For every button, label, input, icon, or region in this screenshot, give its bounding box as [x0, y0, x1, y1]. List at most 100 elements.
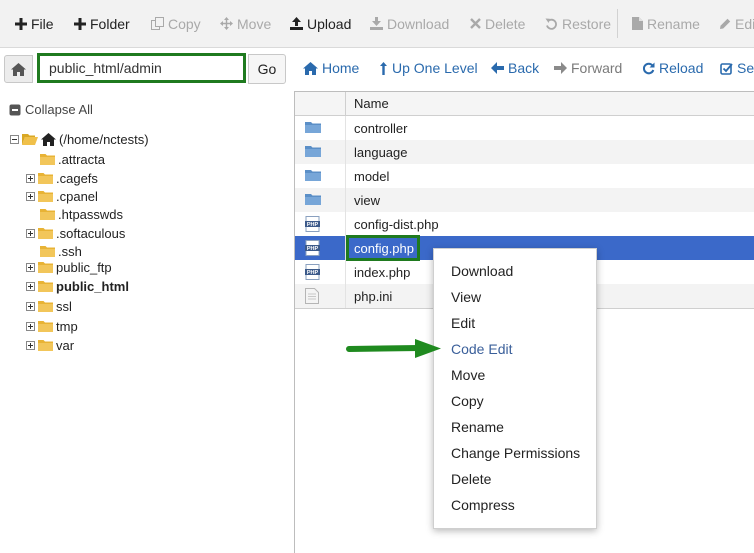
go-button[interactable]: Go	[248, 54, 286, 84]
copy-icon	[151, 17, 164, 30]
home-directory-button[interactable]	[4, 55, 33, 83]
home-icon	[41, 132, 56, 146]
home-label: Home	[322, 60, 360, 76]
file-list-header: Name	[295, 92, 754, 116]
menu-item-change-permissions[interactable]: Change Permissions	[451, 445, 580, 461]
reload-button[interactable]: Reload	[642, 54, 703, 82]
tree-item-tmp[interactable]: tmp	[26, 317, 78, 335]
file-row-view[interactable]: view	[295, 188, 754, 212]
expand-toggle[interactable]	[26, 228, 35, 238]
file-name: view	[354, 193, 381, 208]
folder-icon	[305, 120, 321, 136]
folder-icon	[38, 300, 53, 312]
path-input[interactable]	[37, 53, 246, 83]
forward-label: Forward	[571, 60, 623, 76]
tree-item-label: ssl	[56, 298, 72, 314]
download-icon	[370, 17, 383, 30]
menu-item-move[interactable]: Move	[451, 367, 485, 383]
menu-item-view[interactable]: View	[451, 289, 481, 305]
menu-item-rename[interactable]: Rename	[451, 419, 504, 435]
folder-icon	[40, 245, 55, 257]
file-name: php.ini	[354, 289, 393, 304]
move-button[interactable]: Move	[220, 0, 271, 47]
column-divider	[345, 92, 346, 115]
upload-label: Upload	[307, 15, 352, 32]
file-icon	[632, 17, 643, 30]
file-row-config-dist-php[interactable]: PHP config-dist.php	[295, 212, 754, 236]
upload-button[interactable]: Upload	[290, 0, 351, 47]
menu-item-code-edit[interactable]: Code Edit	[451, 341, 512, 357]
folder-icon	[38, 172, 53, 184]
collapse-all-button[interactable]: Collapse All	[9, 102, 93, 117]
back-button[interactable]: Back	[491, 54, 539, 82]
tree-item-htpasswds[interactable]: .htpasswds	[40, 205, 123, 223]
expand-toggle[interactable]	[26, 321, 35, 331]
php-file-icon: PHP	[305, 216, 321, 232]
tree-item-label: tmp	[56, 318, 78, 334]
up-one-level-button[interactable]: Up One Level	[379, 54, 478, 82]
arrow-left-icon	[491, 62, 504, 74]
copy-label: Copy	[168, 15, 201, 32]
menu-item-delete[interactable]: Delete	[451, 471, 491, 487]
select-all-button[interactable]: Sele	[720, 54, 754, 82]
file-row-controller[interactable]: controller	[295, 116, 754, 140]
move-label: Move	[237, 15, 272, 32]
folder-icon	[38, 280, 53, 292]
menu-item-edit[interactable]: Edit	[451, 315, 475, 331]
select-all-label: Sele	[737, 60, 754, 76]
edit-button[interactable]: Edit	[719, 0, 754, 47]
expand-toggle[interactable]	[26, 262, 35, 272]
file-name: controller	[354, 121, 408, 136]
collapse-toggle[interactable]	[10, 134, 19, 144]
restore-label: Restore	[562, 15, 612, 32]
rename-button[interactable]: Rename	[632, 0, 700, 47]
file-name: model	[354, 169, 390, 184]
restore-button[interactable]: Restore	[545, 0, 611, 47]
forward-button[interactable]: Forward	[554, 54, 622, 82]
name-column-header[interactable]: Name	[354, 96, 389, 111]
tree-item-label: public_html	[56, 278, 129, 294]
folder-icon	[305, 168, 321, 184]
expand-toggle[interactable]	[26, 281, 35, 291]
copy-button[interactable]: Copy	[151, 0, 201, 47]
home-button[interactable]: Home	[303, 54, 359, 82]
tree-item-cagefs[interactable]: .cagefs	[26, 169, 98, 187]
arrow-right-icon	[554, 62, 567, 74]
expand-toggle[interactable]	[26, 173, 35, 183]
folder-icon	[38, 339, 53, 351]
tree-item-public-html[interactable]: public_html	[26, 277, 129, 295]
expand-toggle[interactable]	[26, 301, 35, 311]
tree-item-label: var	[56, 337, 75, 353]
undo-icon	[545, 17, 558, 30]
svg-text:PHP: PHP	[307, 246, 319, 252]
pencil-icon	[719, 18, 731, 30]
file-row-language[interactable]: language	[295, 140, 754, 164]
tree-item-var[interactable]: var	[26, 336, 74, 354]
tree-item-cpanel[interactable]: .cpanel	[26, 187, 98, 205]
file-row-model[interactable]: model	[295, 164, 754, 188]
toolbar-divider	[617, 9, 618, 38]
menu-item-copy[interactable]: Copy	[451, 393, 484, 409]
context-menu: Download View Edit Code Edit Move Copy R…	[433, 248, 597, 529]
new-folder-button[interactable]: Folder	[74, 0, 130, 47]
close-x-icon	[470, 18, 481, 29]
upload-icon	[290, 17, 303, 30]
tree-root[interactable]: (/home/nctests)	[10, 130, 149, 148]
expand-toggle[interactable]	[26, 191, 35, 201]
tree-item-ssl[interactable]: ssl	[26, 297, 72, 315]
tree-item-public-ftp[interactable]: public_ftp	[26, 258, 112, 276]
expand-toggle[interactable]	[26, 340, 35, 350]
up-one-level-label: Up One Level	[392, 60, 478, 76]
column-divider	[345, 116, 346, 308]
delete-button[interactable]: Delete	[470, 0, 525, 47]
tree-item-attracta[interactable]: .attracta	[40, 150, 105, 168]
menu-item-download[interactable]: Download	[451, 263, 513, 279]
new-file-button[interactable]: File	[15, 0, 54, 47]
download-button[interactable]: Download	[370, 0, 449, 47]
menu-item-compress[interactable]: Compress	[451, 497, 515, 513]
tree-item-softaculous[interactable]: .softaculous	[26, 224, 125, 242]
tree-item-label: .attracta	[58, 151, 105, 167]
annotation-arrow-icon	[345, 338, 443, 360]
folder-icon	[38, 190, 53, 202]
tree-root-label: (/home/nctests)	[59, 131, 149, 147]
